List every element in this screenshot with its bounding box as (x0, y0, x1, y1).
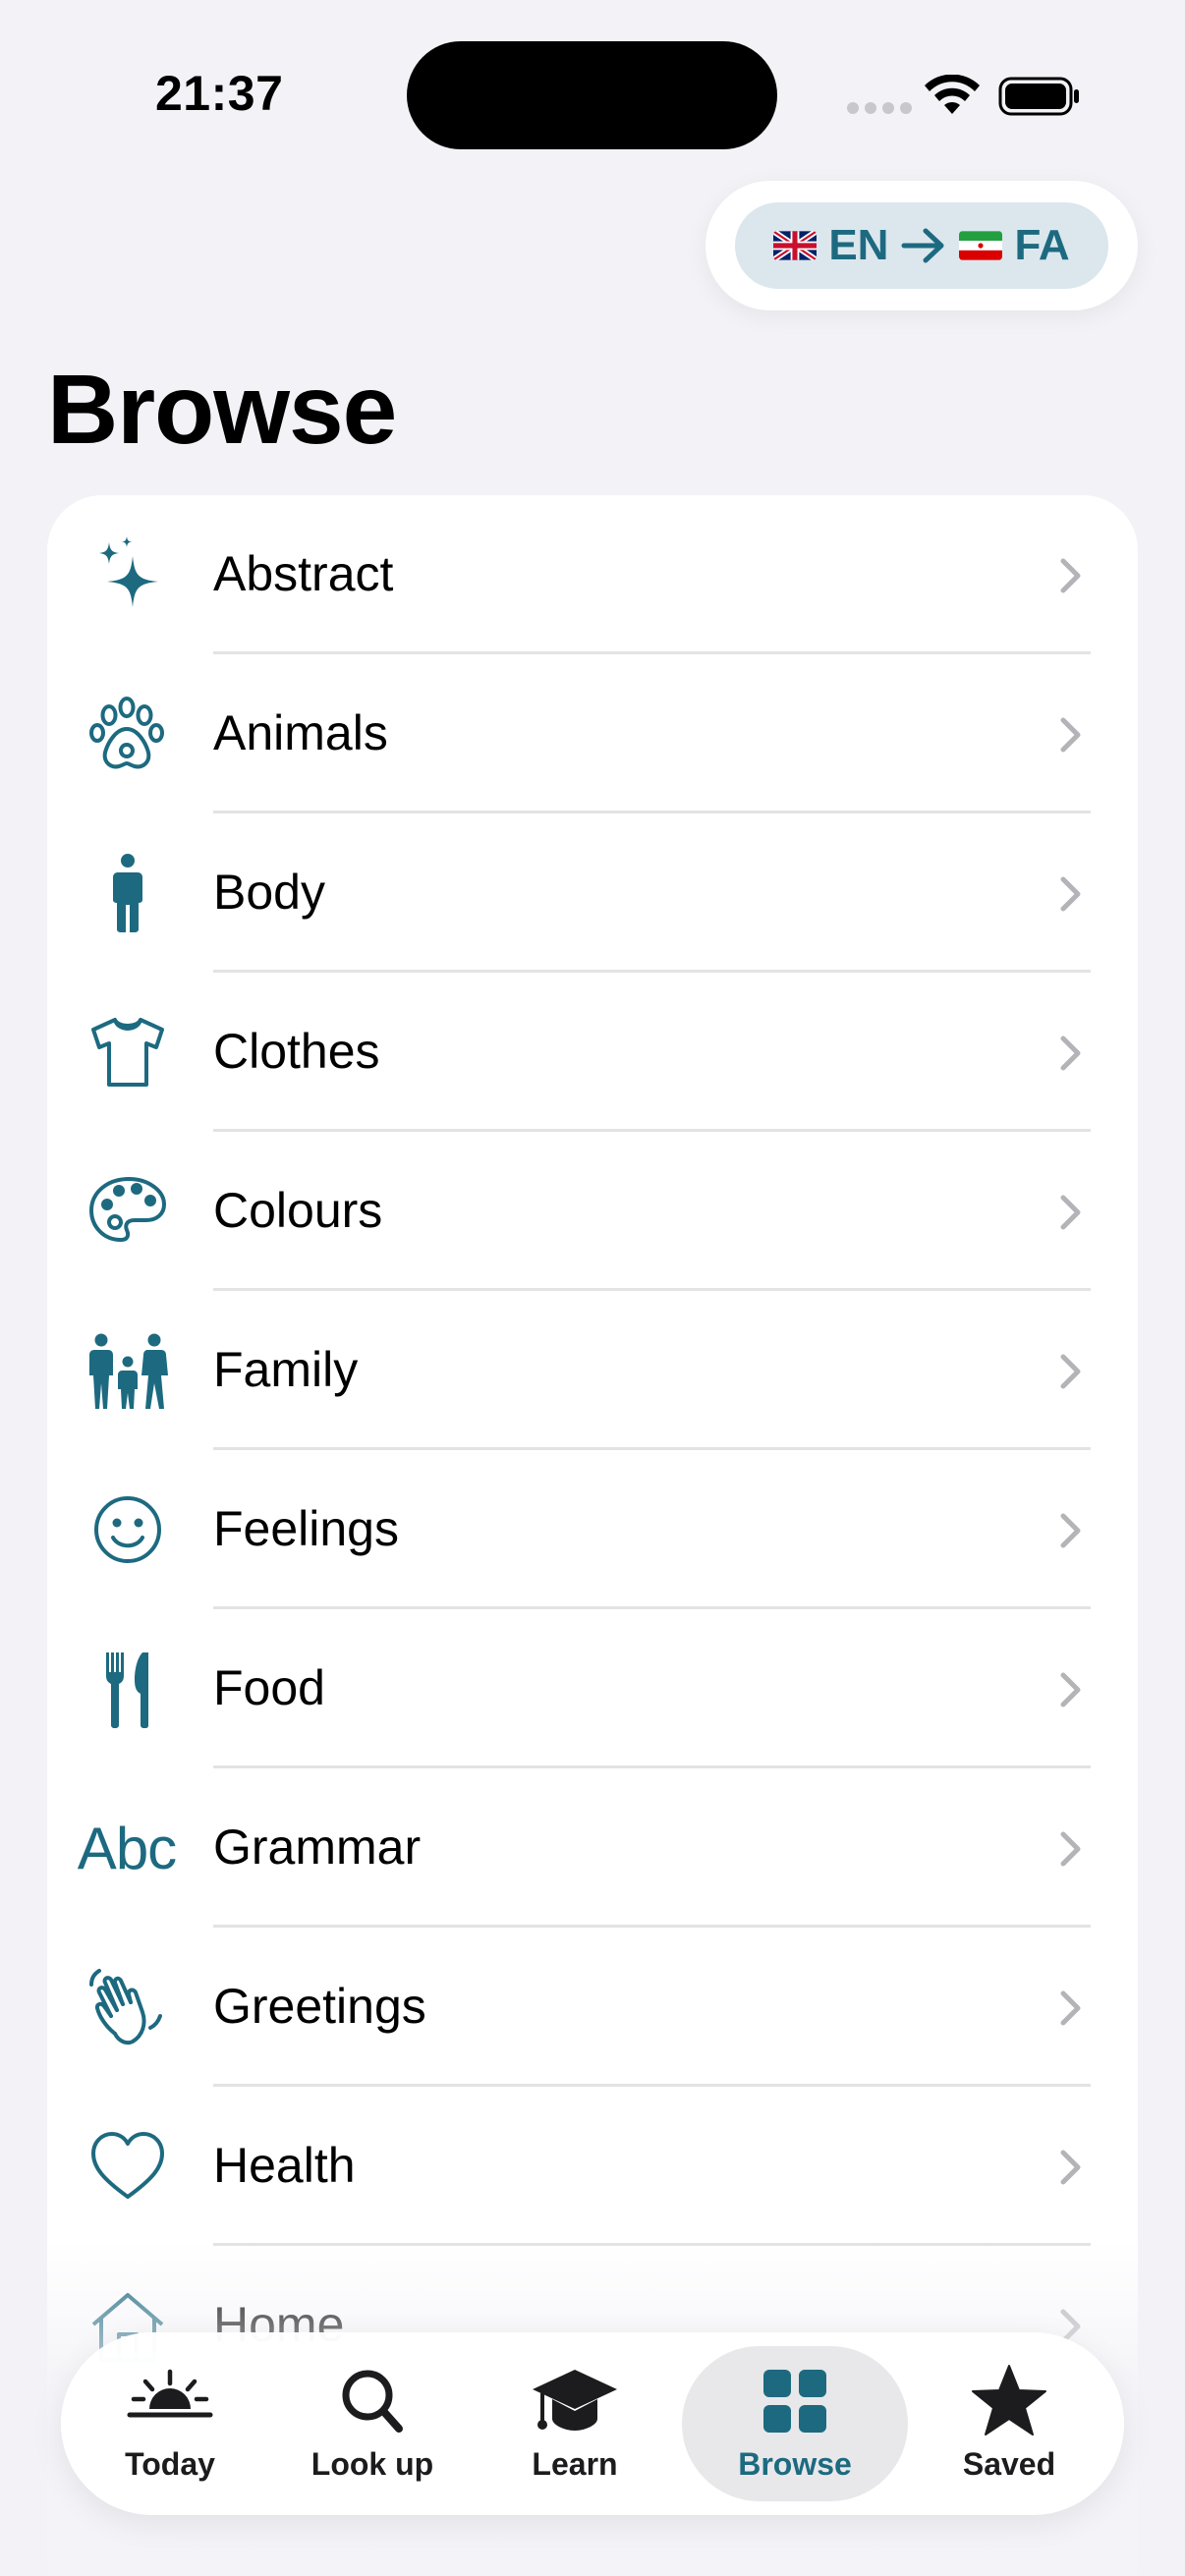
person-icon (79, 851, 177, 935)
wifi-icon (925, 75, 980, 114)
tab-label: Look up (310, 2446, 434, 2482)
arrow-right-icon (901, 228, 944, 263)
chevron-right-icon (1060, 1672, 1081, 1708)
graduation-cap-icon (533, 2370, 617, 2431)
category-label: Grammar (213, 1820, 422, 1875)
uk-flag-icon (773, 231, 818, 260)
waving-hand-icon (79, 1965, 177, 2049)
category-row-colours[interactable]: Colours (47, 1132, 1138, 1291)
tab-browse[interactable]: Browse (682, 2346, 908, 2501)
chevron-right-icon (1060, 1990, 1081, 2026)
iran-flag-icon (959, 231, 1003, 260)
chevron-right-icon (1060, 876, 1081, 912)
target-language-code: FA (1014, 221, 1070, 269)
page-title: Browse (47, 355, 397, 465)
tab-learn[interactable]: Learn (474, 2346, 676, 2501)
tab-label: Browse (738, 2446, 852, 2482)
cellular-signal-icon (847, 102, 912, 114)
category-label: Colours (213, 1183, 383, 1238)
tab-saved[interactable]: Saved (908, 2346, 1110, 2501)
category-row-health[interactable]: Health (47, 2087, 1138, 2246)
paw-icon (79, 692, 177, 776)
chevron-right-icon (1060, 2150, 1081, 2185)
tshirt-icon (79, 1010, 177, 1094)
family-icon (79, 1328, 177, 1413)
chevron-right-icon (1060, 1513, 1081, 1548)
category-label: Health (213, 2138, 356, 2193)
heart-icon (79, 2124, 177, 2209)
tab-label: Saved (962, 2446, 1056, 2482)
star-icon (972, 2365, 1046, 2436)
chevron-right-icon (1060, 717, 1081, 753)
palette-icon (79, 1169, 177, 1254)
category-list: Abstract Animals Body Clothes Colours Fa… (47, 495, 1138, 2576)
language-selector: EN FA (705, 181, 1138, 310)
category-label: Animals (213, 705, 388, 760)
language-pair-button[interactable]: EN FA (735, 202, 1108, 289)
category-label: Clothes (213, 1024, 380, 1079)
category-row-animals[interactable]: Animals (47, 654, 1138, 813)
abc-icon: Abc (73, 1806, 181, 1890)
category-row-feelings[interactable]: Feelings (47, 1450, 1138, 1609)
category-row-clothes[interactable]: Clothes (47, 973, 1138, 1132)
grid-icon (763, 2370, 826, 2433)
chevron-right-icon (1060, 558, 1081, 593)
chevron-right-icon (1060, 1831, 1081, 1867)
status-time: 21:37 (155, 66, 284, 121)
tab-label: Today (125, 2446, 215, 2482)
sparkles-icon (79, 532, 177, 617)
source-language-code: EN (828, 221, 889, 269)
battery-icon (998, 77, 1079, 116)
category-row-greetings[interactable]: Greetings (47, 1928, 1138, 2087)
category-row-food[interactable]: Food (47, 1609, 1138, 1768)
tab-label: Learn (532, 2446, 618, 2482)
magnifier-icon (342, 2370, 403, 2433)
category-label: Food (213, 1660, 325, 1715)
chevron-right-icon (1060, 1354, 1081, 1389)
category-row-body[interactable]: Body (47, 813, 1138, 973)
sunrise-icon (127, 2369, 213, 2418)
chevron-right-icon (1060, 1036, 1081, 1071)
tab-today[interactable]: Today (69, 2346, 271, 2501)
smiley-icon (79, 1487, 177, 1572)
dynamic-island (407, 41, 777, 149)
category-label: Abstract (213, 546, 394, 601)
tab-look-up[interactable]: Look up (271, 2346, 474, 2501)
abc-icon-text: Abc (77, 1815, 177, 1881)
chevron-right-icon (1060, 1195, 1081, 1230)
fork-knife-icon (79, 1647, 177, 1731)
category-row-abstract[interactable]: Abstract (47, 495, 1138, 654)
browse-screen: 21:37 EN FA Browse Abstract Animals Body… (0, 0, 1185, 2576)
category-row-grammar[interactable]: Abc Grammar (47, 1768, 1138, 1928)
category-label: Greetings (213, 1979, 426, 2034)
category-row-family[interactable]: Family (47, 1291, 1138, 1450)
tab-bar: Today Look up Learn Browse Saved (61, 2332, 1124, 2515)
category-label: Family (213, 1342, 359, 1397)
category-label: Body (213, 865, 325, 920)
category-label: Feelings (213, 1501, 399, 1556)
